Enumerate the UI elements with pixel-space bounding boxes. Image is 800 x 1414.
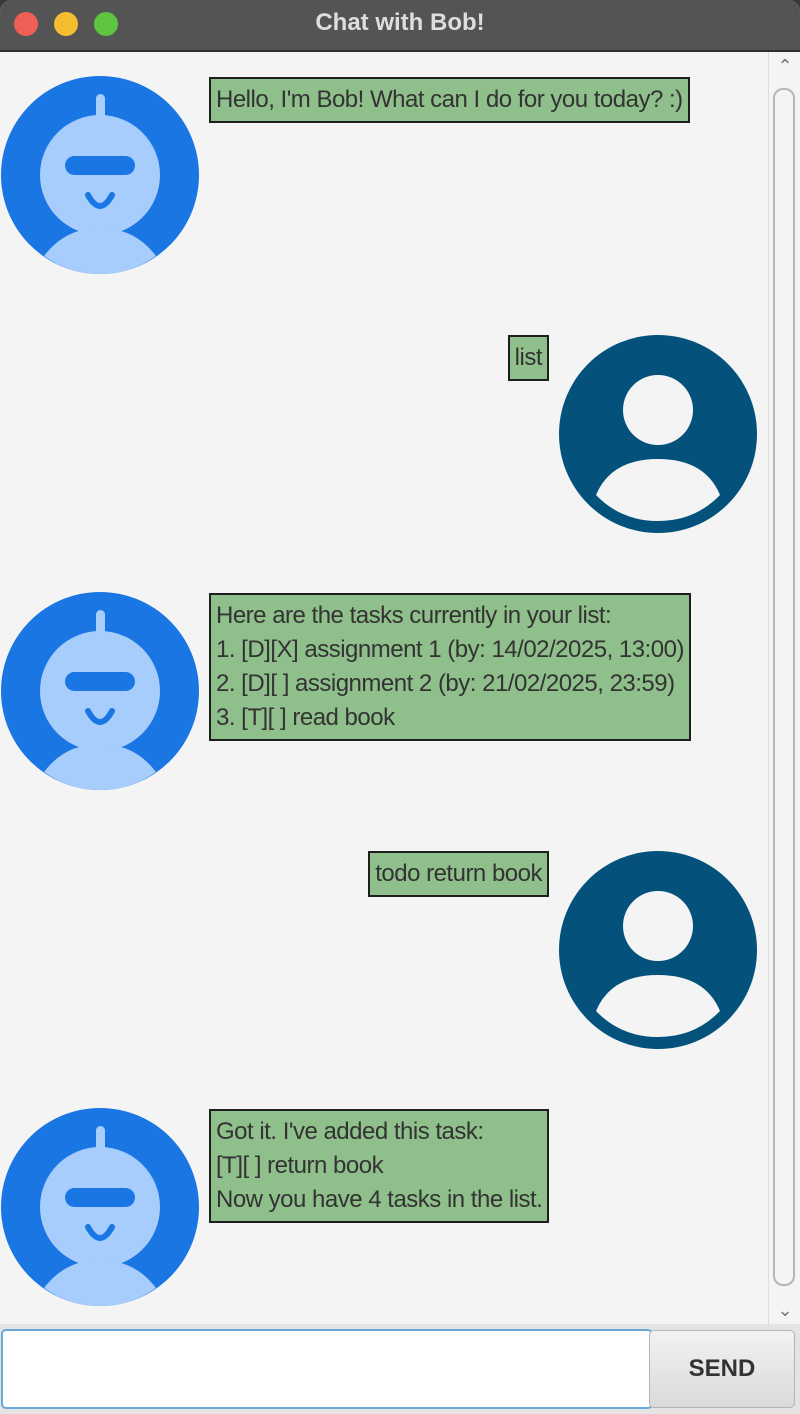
window-title: Chat with Bob! bbox=[315, 9, 485, 36]
scrollbar-thumb[interactable] bbox=[773, 88, 795, 1286]
robot-avatar-icon bbox=[1, 1108, 199, 1306]
user-avatar-icon bbox=[559, 851, 757, 1049]
scroll-up-arrow-icon[interactable]: ⌃ bbox=[769, 52, 800, 80]
message-input[interactable] bbox=[1, 1329, 653, 1409]
input-bar: SEND bbox=[0, 1324, 800, 1414]
bot-message: Hello, I'm Bob! What can I do for you to… bbox=[209, 77, 690, 123]
robot-avatar-icon bbox=[1, 592, 199, 790]
user-avatar-icon bbox=[559, 335, 757, 533]
user-message: todo return book bbox=[368, 851, 549, 897]
vertical-scrollbar[interactable]: ⌃ ⌄ bbox=[768, 52, 800, 1324]
dialog-container: Hello, I'm Bob! What can I do for you to… bbox=[0, 52, 768, 1324]
send-button[interactable]: SEND bbox=[649, 1330, 795, 1408]
user-message: list bbox=[507, 335, 549, 381]
title-bar: Chat with Bob! bbox=[0, 0, 800, 52]
chat-window: Chat with Bob! Hello, I'm Bob! What can … bbox=[0, 0, 800, 1414]
scroll-down-arrow-icon[interactable]: ⌄ bbox=[769, 1296, 800, 1324]
bot-message: Here are the tasks currently in your lis… bbox=[209, 593, 691, 741]
bot-message: Got it. I've added this task: [T][ ] ret… bbox=[209, 1109, 550, 1223]
robot-avatar-icon bbox=[1, 76, 199, 274]
